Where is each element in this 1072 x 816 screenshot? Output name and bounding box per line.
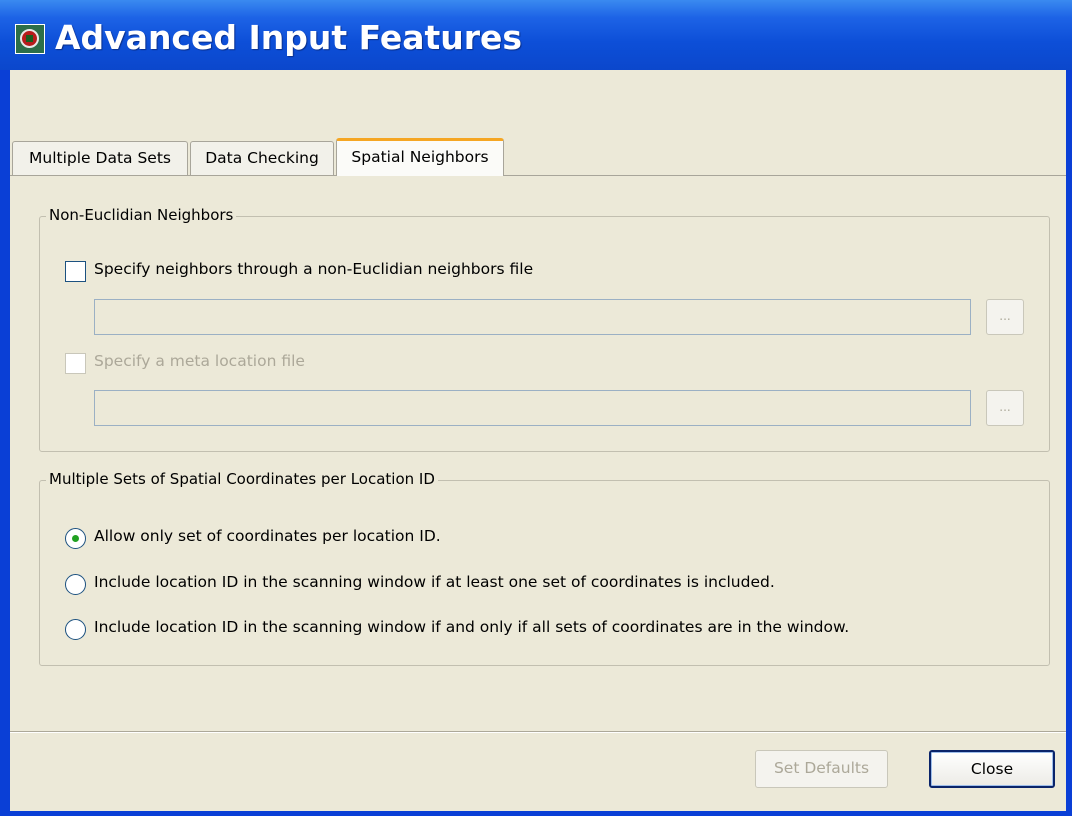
radio-selected-dot	[72, 535, 79, 542]
neighbors-file-path-input[interactable]	[94, 299, 971, 335]
footer-separator-highlight	[10, 732, 1066, 733]
meta-location-checkbox[interactable]	[65, 353, 86, 374]
multiple-coordinates-group: Multiple Sets of Spatial Coordinates per…	[39, 470, 1050, 666]
window-title: Advanced Input Features	[55, 18, 523, 57]
tab-strip-baseline	[10, 175, 1066, 176]
set-defaults-button[interactable]: Set Defaults	[755, 750, 888, 788]
radio-at-least-one-set-label[interactable]: Include location ID in the scanning wind…	[94, 573, 775, 591]
tab-multiple-data-sets[interactable]: Multiple Data Sets	[12, 141, 188, 175]
radio-all-sets-in-window[interactable]	[65, 619, 86, 640]
close-button[interactable]: Close	[929, 750, 1055, 788]
neighbors-file-browse-button[interactable]: ...	[986, 299, 1024, 335]
dialog-body: Multiple Data Sets Data Checking Spatial…	[10, 70, 1066, 811]
dialog-window: Advanced Input Features Multiple Data Se…	[0, 0, 1072, 816]
tab-data-checking[interactable]: Data Checking	[190, 141, 334, 175]
group-title-non-euclidian: Non-Euclidian Neighbors	[46, 206, 237, 224]
tab-spatial-neighbors[interactable]: Spatial Neighbors	[336, 138, 504, 176]
radio-one-set-per-location[interactable]	[65, 528, 86, 549]
neighbors-file-checkbox-label[interactable]: Specify neighbors through a non-Euclidia…	[94, 260, 533, 278]
radio-at-least-one-set[interactable]	[65, 574, 86, 595]
radio-one-set-per-location-label[interactable]: Allow only set of coordinates per locati…	[94, 527, 441, 545]
neighbors-file-checkbox[interactable]	[65, 261, 86, 282]
meta-location-browse-button[interactable]: ...	[986, 390, 1024, 426]
window-bottom-border	[0, 811, 1072, 816]
group-title-multiple-coordinates: Multiple Sets of Spatial Coordinates per…	[46, 470, 438, 488]
meta-location-checkbox-label[interactable]: Specify a meta location file	[94, 352, 305, 370]
app-icon	[15, 24, 45, 54]
non-euclidian-neighbors-group: Non-Euclidian Neighbors Specify neighbor…	[39, 206, 1050, 452]
radio-all-sets-in-window-label[interactable]: Include location ID in the scanning wind…	[94, 618, 849, 636]
title-bar[interactable]: Advanced Input Features	[0, 0, 1072, 70]
meta-location-path-input[interactable]	[94, 390, 971, 426]
